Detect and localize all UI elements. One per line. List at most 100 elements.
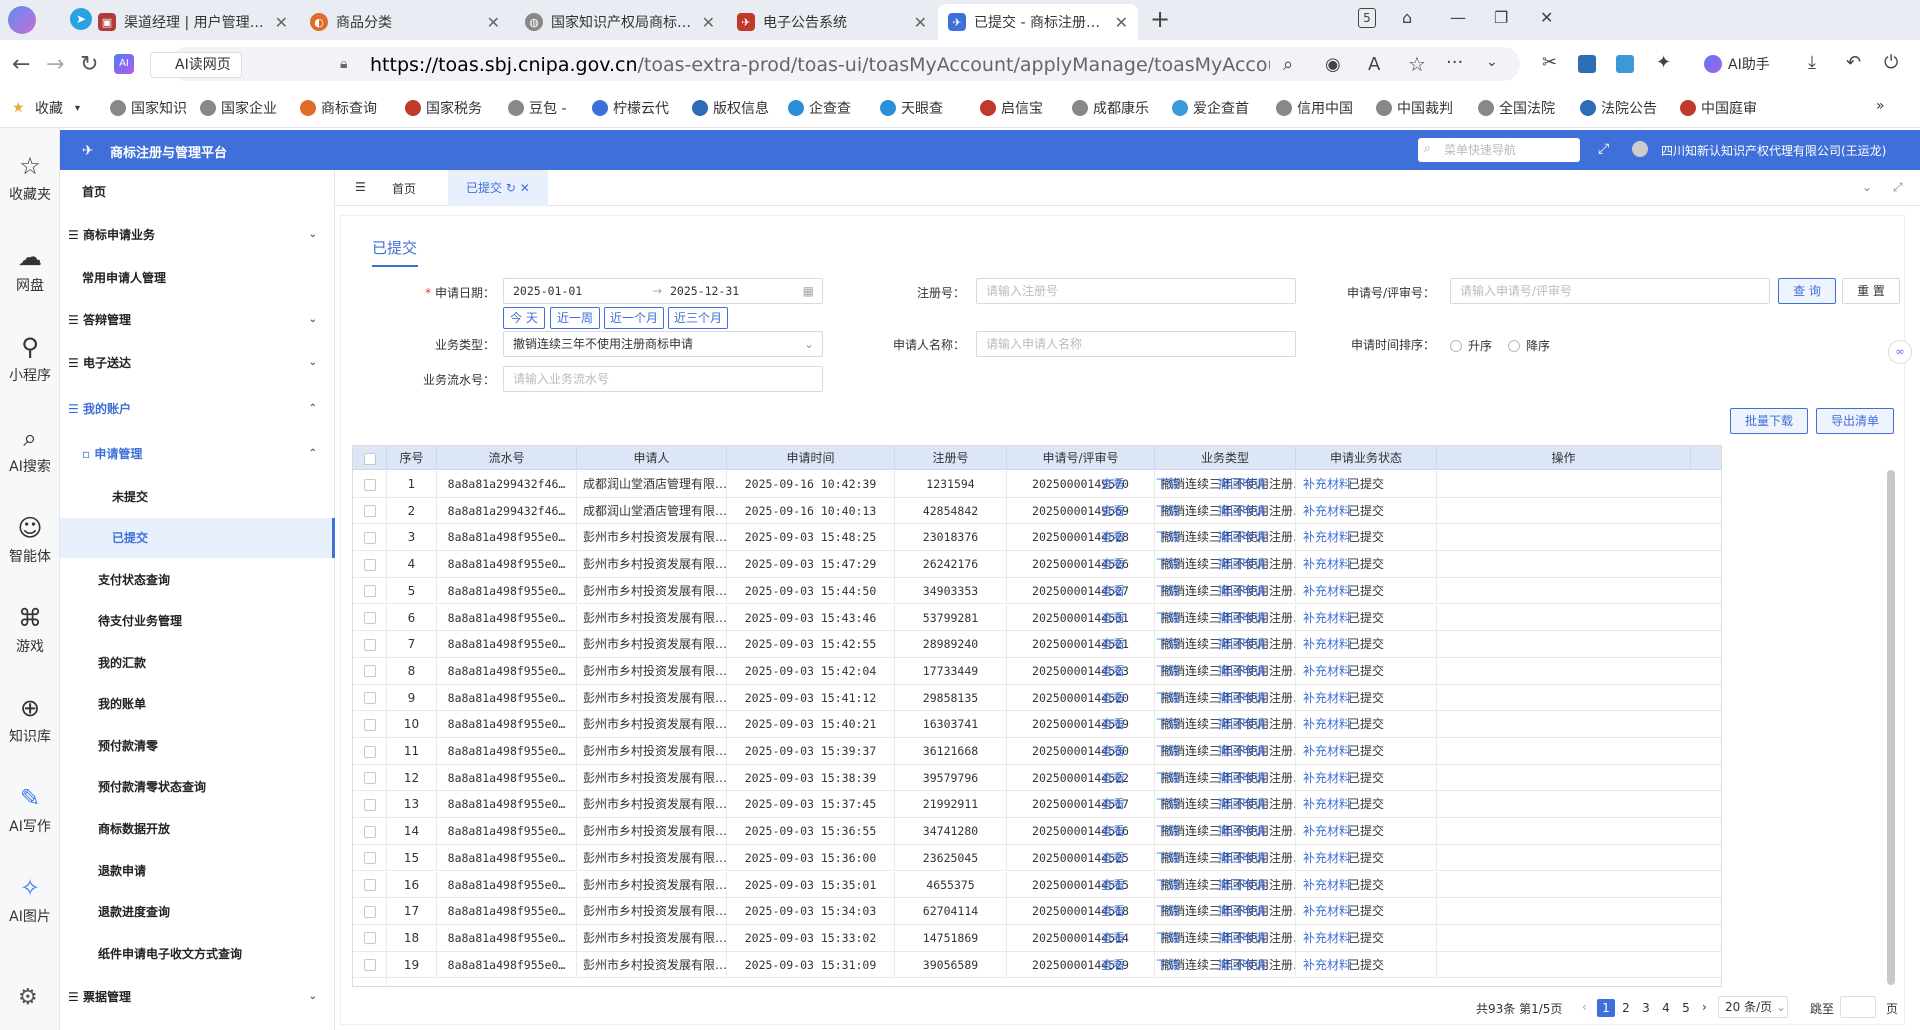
avatar[interactable]: [1632, 141, 1648, 157]
download-link[interactable]: 下载: [1156, 872, 1180, 898]
withdraw-link[interactable]: 撤回申请: [1218, 872, 1266, 898]
withdraw-link[interactable]: 撤回申请: [1218, 925, 1266, 951]
withdraw-link[interactable]: 撤回申请: [1218, 685, 1266, 711]
cut-icon[interactable]: ✂: [1542, 52, 1557, 73]
extension-icon-1[interactable]: [1578, 55, 1596, 73]
menu-paper-apply-method[interactable]: 纸件申请电子收文方式查询: [60, 934, 335, 974]
prev-page-icon[interactable]: ‹: [1582, 1000, 1587, 1014]
puzzle-icon[interactable]: ✦: [1656, 52, 1671, 73]
extension-icon-2[interactable]: [1616, 55, 1634, 73]
bookmark-item[interactable]: 信用中国: [1276, 98, 1353, 118]
row-checkbox[interactable]: [353, 524, 387, 552]
download-link[interactable]: 下载: [1156, 578, 1180, 604]
menu-my-remit[interactable]: 我的汇款: [60, 643, 335, 683]
download-link[interactable]: 下载: [1156, 471, 1180, 497]
download-link[interactable]: 下载: [1156, 524, 1180, 550]
menu-reply-mgmt[interactable]: ☰ 答辩管理 ⌄: [60, 300, 335, 340]
withdraw-link[interactable]: 撤回申请: [1218, 952, 1266, 978]
supplement-link[interactable]: 补充材料: [1303, 791, 1351, 817]
menu-pay-status[interactable]: 支付状态查询: [60, 560, 335, 600]
row-checkbox[interactable]: [353, 818, 387, 845]
close-icon[interactable]: ✕: [1115, 13, 1128, 32]
table-row[interactable]: 7 8a8a81a498f955e0… 彭州市乡村投资发展有限… 2025-09-03…: [353, 631, 1721, 658]
ai-assistant-button[interactable]: AI助手: [1704, 54, 1770, 74]
view-link[interactable]: 查看: [1101, 524, 1125, 550]
supplement-link[interactable]: 补充材料: [1303, 498, 1351, 524]
row-checkbox[interactable]: [353, 497, 387, 525]
bookmark-item[interactable]: 成都康乐: [1072, 98, 1149, 118]
supplement-link[interactable]: 补充材料: [1303, 578, 1351, 604]
download-link[interactable]: 下载: [1156, 925, 1180, 951]
close-icon[interactable]: ✕: [275, 13, 288, 32]
bookmark-item[interactable]: 国家知识: [110, 98, 187, 118]
menu-not-submitted[interactable]: 未提交: [60, 477, 335, 517]
date-end[interactable]: 2025-12-31: [670, 279, 739, 303]
row-checkbox[interactable]: [353, 924, 387, 952]
view-link[interactable]: 查看: [1101, 952, 1125, 978]
supplement-link[interactable]: 补充材料: [1303, 685, 1351, 711]
supplement-link[interactable]: 补充材料: [1303, 551, 1351, 577]
more-icon[interactable]: ···: [1446, 52, 1463, 73]
floating-assistant-icon[interactable]: ∞: [1888, 340, 1912, 364]
download-link[interactable]: 下载: [1156, 685, 1180, 711]
menu-bill-mgmt[interactable]: ☰ 票据管理 ⌄: [60, 977, 335, 1017]
menu-refund-progress[interactable]: 退款进度查询: [60, 892, 335, 932]
table-row[interactable]: 12 8a8a81a498f955e0… 彭州市乡村投资发展有限… 2025-09-0…: [353, 764, 1721, 792]
quick-week-button[interactable]: 近一周: [550, 307, 600, 329]
download-icon[interactable]: ⤓: [1808, 52, 1816, 73]
scrollbar[interactable]: [1887, 470, 1895, 985]
download-link[interactable]: 下载: [1156, 738, 1180, 764]
date-start[interactable]: 2025-01-01: [513, 284, 582, 298]
menu-prepay-clear[interactable]: 预付款清零: [60, 726, 335, 766]
download-link[interactable]: 下载: [1156, 818, 1180, 844]
withdraw-link[interactable]: 撤回申请: [1218, 898, 1266, 924]
supplement-link[interactable]: 补充材料: [1303, 471, 1351, 497]
reset-button[interactable]: 重 置: [1842, 278, 1900, 304]
tab-home[interactable]: 首页: [392, 180, 416, 197]
menu-tm-data-open[interactable]: 商标数据开放: [60, 809, 335, 849]
page-2[interactable]: 2: [1617, 999, 1635, 1017]
browser-sidebar-item[interactable]: ✧ AI图片: [0, 874, 60, 926]
withdraw-link[interactable]: 撤回申请: [1218, 471, 1266, 497]
browser-profile-icon[interactable]: [8, 6, 36, 34]
supplement-link[interactable]: 补充材料: [1303, 898, 1351, 924]
download-link[interactable]: 下载: [1156, 605, 1180, 631]
row-checkbox[interactable]: [353, 844, 387, 872]
tab-count-icon[interactable]: 5: [1358, 8, 1376, 28]
browser-tab-4[interactable]: ✈ 电子公告系统 ✕: [727, 4, 937, 40]
menu-search-input[interactable]: 菜单快速导航: [1418, 138, 1580, 162]
app-no-input[interactable]: 请输入申请号/评审号: [1450, 278, 1770, 304]
page-3[interactable]: 3: [1637, 999, 1655, 1017]
menu-pending-pay[interactable]: 待支付业务管理: [60, 601, 335, 641]
table-row[interactable]: 11 8a8a81a498f955e0… 彭州市乡村投资发展有限… 2025-09-0…: [353, 738, 1721, 765]
withdraw-link[interactable]: 撤回申请: [1218, 605, 1266, 631]
zoom-icon[interactable]: ⌕: [1283, 54, 1293, 75]
jump-input[interactable]: [1840, 996, 1876, 1018]
read-aloud-icon[interactable]: A: [1368, 54, 1380, 75]
table-row[interactable]: 13 8a8a81a498f955e0… 彭州市乡村投资发展有限… 2025-09-0…: [353, 791, 1721, 819]
view-link[interactable]: 查看: [1101, 818, 1125, 844]
bookmark-item[interactable]: 中国庭审: [1680, 98, 1757, 118]
row-checkbox[interactable]: [353, 978, 387, 986]
browser-tab-1[interactable]: ▣ 渠道经理 | 用户管理 | 版权信 ✕: [88, 4, 298, 40]
download-link[interactable]: 下载: [1156, 551, 1180, 577]
sort-desc-radio[interactable]: 降序: [1508, 337, 1550, 354]
view-link[interactable]: 查看: [1101, 765, 1125, 791]
menu-apply-mgmt[interactable]: ▫ 申请管理 ⌃: [60, 434, 335, 474]
view-link[interactable]: 查看: [1101, 925, 1125, 951]
bookmark-item[interactable]: 天眼查: [880, 98, 943, 118]
sort-asc-radio[interactable]: 升序: [1450, 337, 1492, 354]
power-icon[interactable]: ⏻: [1884, 52, 1898, 73]
reload-icon[interactable]: ↻: [80, 52, 98, 77]
close-icon[interactable]: ✕: [914, 13, 927, 32]
table-row[interactable]: 8 8a8a81a498f955e0… 彭州市乡村投资发展有限… 2025-09-03…: [353, 657, 1721, 685]
page-1[interactable]: 1: [1597, 999, 1615, 1017]
select-all-checkbox[interactable]: [353, 446, 387, 470]
withdraw-link[interactable]: 撤回申请: [1218, 498, 1266, 524]
table-row[interactable]: 19 8a8a81a498f955e0… 彭州市乡村投资发展有限… 2025-09-0…: [353, 951, 1721, 979]
bookmark-item[interactable]: 全国法院: [1478, 98, 1555, 118]
chevron-down-icon[interactable]: ⌄: [1486, 54, 1498, 70]
supplement-link[interactable]: 补充材料: [1303, 952, 1351, 978]
close-window-icon[interactable]: ✕: [1540, 8, 1553, 27]
bookmark-item[interactable]: 国家企业: [200, 98, 277, 118]
